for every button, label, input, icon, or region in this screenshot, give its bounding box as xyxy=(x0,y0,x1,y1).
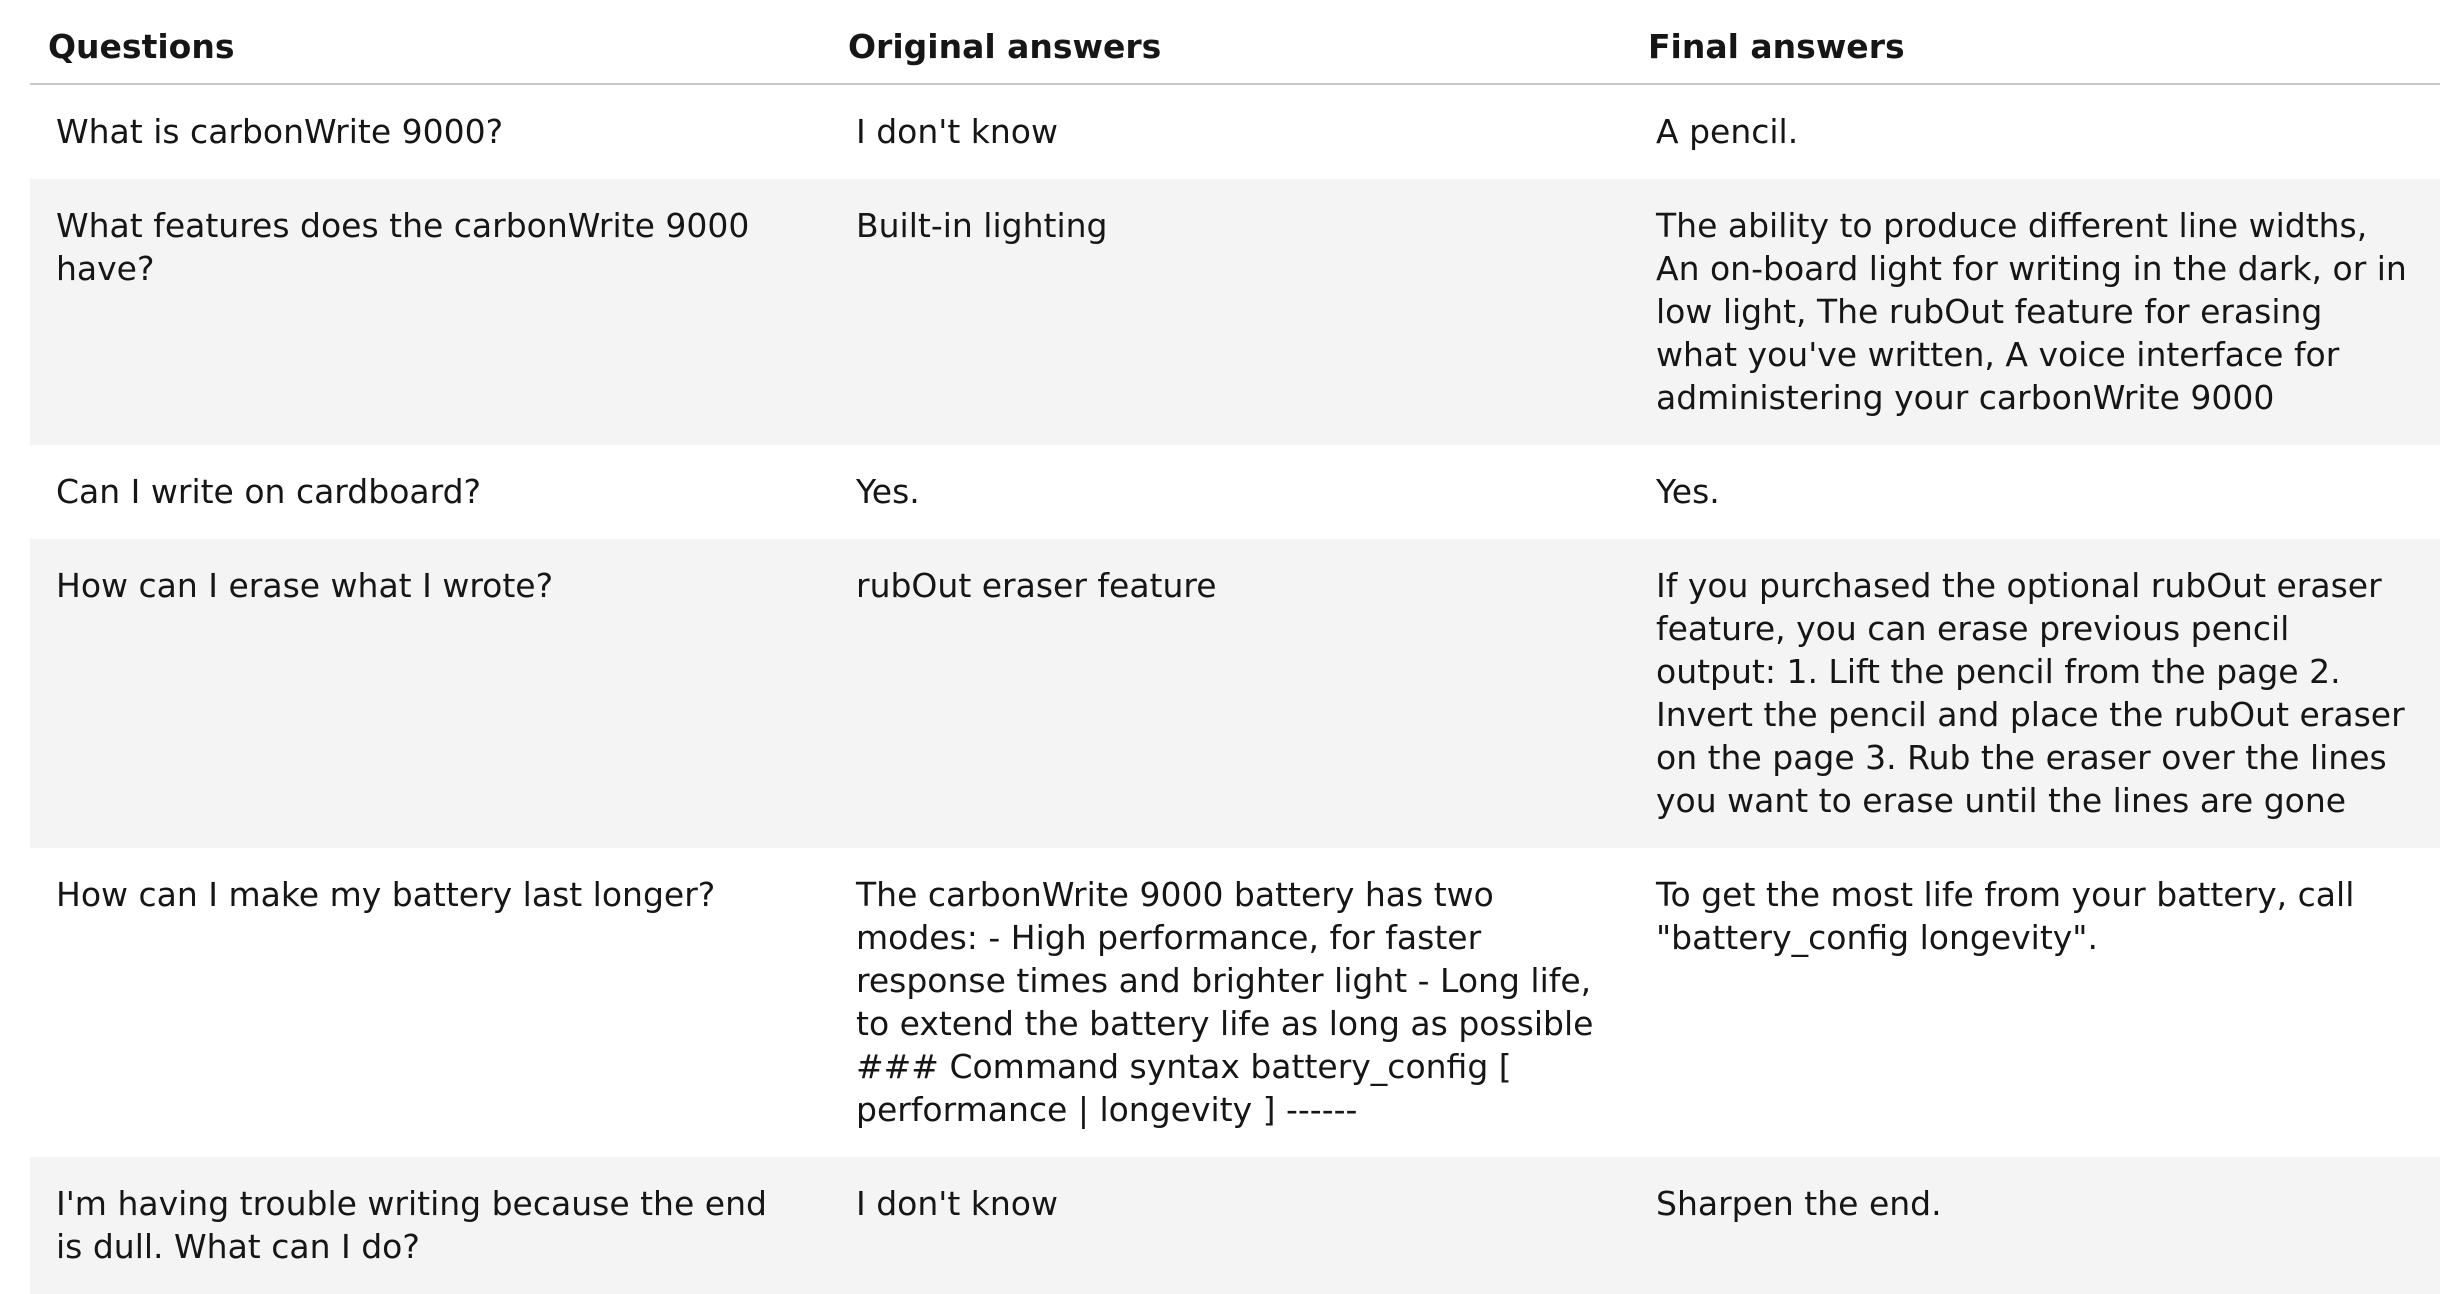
header-row: Questions Original answers Final answers xyxy=(30,0,2440,85)
table-row: What features does the carbonWrite 9000 … xyxy=(30,179,2440,445)
question-cell: What is carbonWrite 9000? xyxy=(30,84,830,179)
original-answer-cell: Built-in lighting xyxy=(830,179,1630,445)
original-answer-cell: I don't know xyxy=(830,1157,1630,1294)
final-answer-cell: Yes. xyxy=(1630,445,2440,539)
table-row: What is carbonWrite 9000? I don't know A… xyxy=(30,84,2440,179)
table-body: What is carbonWrite 9000? I don't know A… xyxy=(30,84,2440,1294)
question-cell: Can I write on cardboard? xyxy=(30,445,830,539)
original-answer-cell: Yes. xyxy=(830,445,1630,539)
table-row: How can I erase what I wrote? rubOut era… xyxy=(30,539,2440,848)
header-final-answers: Final answers xyxy=(1630,0,2440,85)
original-answer-cell: The carbonWrite 9000 battery has two mod… xyxy=(830,848,1630,1157)
question-cell: I'm having trouble writing because the e… xyxy=(30,1157,830,1294)
original-answer-cell: rubOut eraser feature xyxy=(830,539,1630,848)
final-answer-cell: To get the most life from your battery, … xyxy=(1630,848,2440,1157)
original-answer-cell: I don't know xyxy=(830,84,1630,179)
table-row: Can I write on cardboard? Yes. Yes. xyxy=(30,445,2440,539)
header-original-answers: Original answers xyxy=(830,0,1630,85)
final-answer-cell: Sharpen the end. xyxy=(1630,1157,2440,1294)
question-cell: How can I erase what I wrote? xyxy=(30,539,830,848)
question-cell: How can I make my battery last longer? xyxy=(30,848,830,1157)
final-answer-cell: The ability to produce different line wi… xyxy=(1630,179,2440,445)
final-answer-cell: If you purchased the optional rubOut era… xyxy=(1630,539,2440,848)
header-questions: Questions xyxy=(30,0,830,85)
qa-comparison-table: Questions Original answers Final answers… xyxy=(30,0,2440,1294)
table-row: How can I make my battery last longer? T… xyxy=(30,848,2440,1157)
table-header: Questions Original answers Final answers xyxy=(30,0,2440,85)
table-row: I'm having trouble writing because the e… xyxy=(30,1157,2440,1294)
qa-comparison-table-container: Questions Original answers Final answers… xyxy=(30,0,2440,1294)
question-cell: What features does the carbonWrite 9000 … xyxy=(30,179,830,445)
final-answer-cell: A pencil. xyxy=(1630,84,2440,179)
